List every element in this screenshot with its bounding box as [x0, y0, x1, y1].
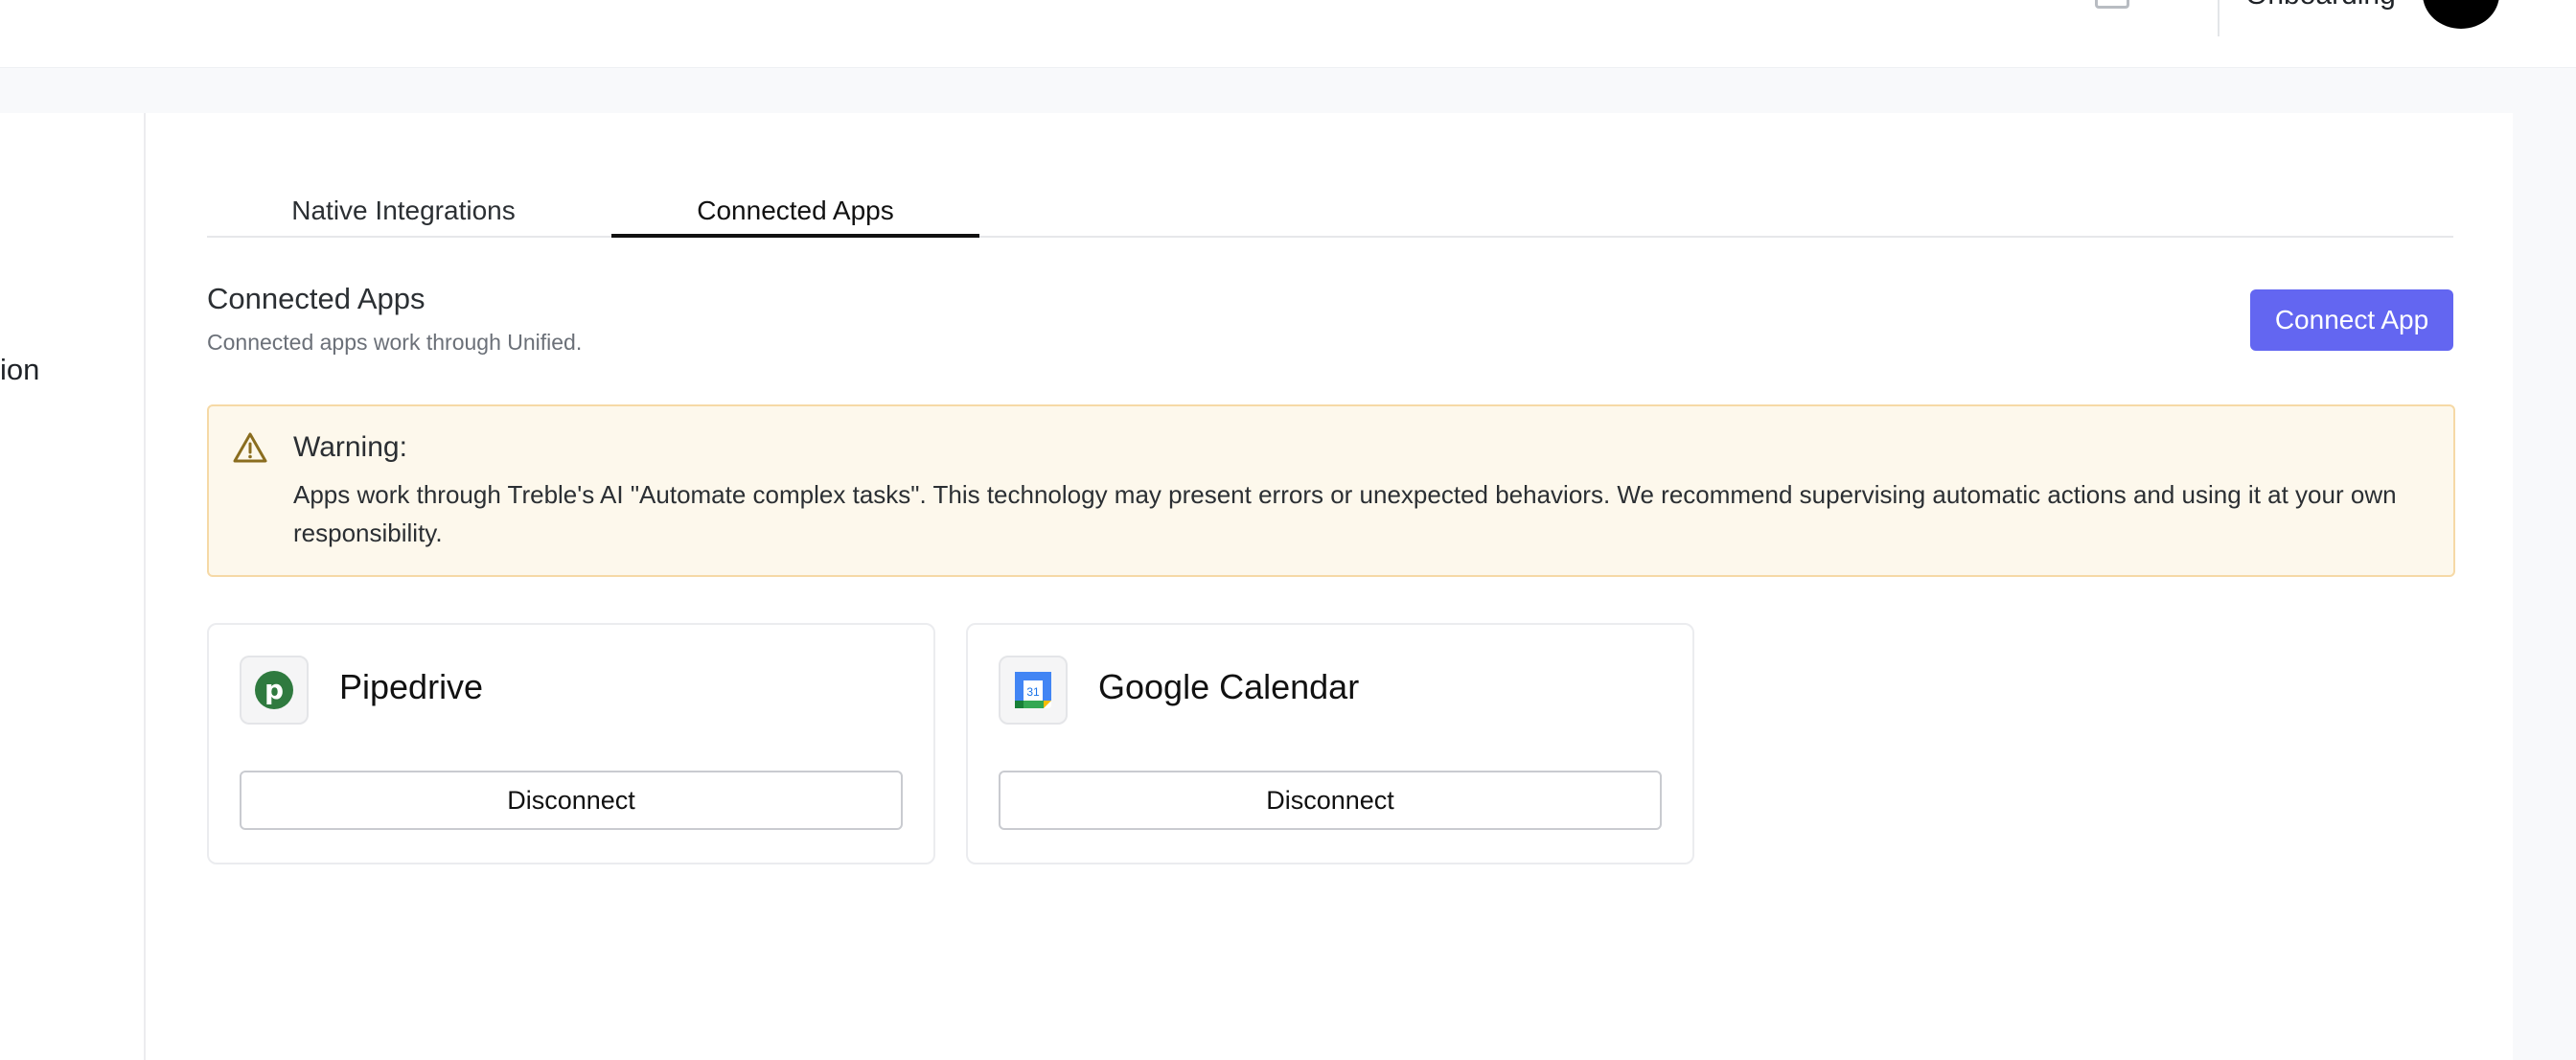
document-icon[interactable] — [2095, 0, 2129, 9]
google-calendar-logo-icon: 31 — [999, 656, 1068, 725]
calendar-day-number: 31 — [1026, 685, 1040, 699]
disconnect-pipedrive-button[interactable]: Disconnect — [240, 771, 903, 830]
sidebar: ion — [0, 113, 146, 1060]
section-title: Connected Apps — [207, 282, 426, 315]
warning-icon — [233, 432, 267, 463]
disconnect-google-calendar-button[interactable]: Disconnect — [999, 771, 1662, 830]
tab-native-integrations[interactable]: Native Integrations — [207, 163, 600, 236]
app-card-pipedrive: p Pipedrive Disconnect — [207, 623, 935, 864]
integration-tabs: Native Integrations Connected Apps — [207, 163, 2453, 238]
user-avatar[interactable] — [2423, 0, 2499, 29]
section-subtitle: Connected apps work through Unified. — [207, 330, 583, 355]
main-panel: Native Integrations Connected Apps Conne… — [146, 113, 2513, 1060]
warning-title: Warning: — [293, 431, 407, 463]
topbar-divider — [2218, 0, 2220, 36]
connect-app-button[interactable]: Connect App — [2250, 289, 2453, 351]
app-name-google-calendar: Google Calendar — [1098, 667, 1360, 706]
tab-connected-apps[interactable]: Connected Apps — [611, 163, 979, 238]
top-bar: Onboarding — [0, 0, 2576, 68]
warning-banner: Warning: Apps work through Treble's AI "… — [207, 404, 2455, 577]
warning-message: Apps work through Treble's AI "Automate … — [293, 480, 2397, 547]
pipedrive-logo-letter: p — [255, 671, 293, 709]
sidebar-item-label[interactable]: ion — [0, 353, 39, 387]
username-label[interactable]: Onboarding — [2245, 0, 2396, 12]
pipedrive-logo-icon: p — [240, 656, 309, 725]
app-card-google-calendar: 31 Google Calendar Disconnect — [966, 623, 1694, 864]
app-name-pipedrive: Pipedrive — [339, 667, 484, 706]
calendar-icon: 31 — [1015, 672, 1051, 708]
